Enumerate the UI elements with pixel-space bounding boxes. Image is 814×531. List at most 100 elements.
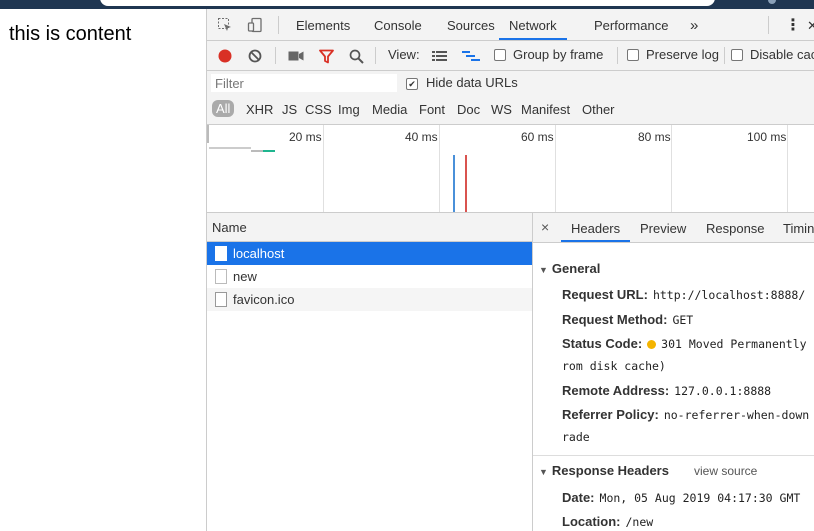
devtools-close-icon[interactable]: ✕ [807, 9, 814, 40]
waterfall-overview-icon[interactable] [462, 48, 480, 64]
hide-data-urls-label: Hide data URLs [426, 75, 518, 90]
timeline-gridline [323, 125, 324, 212]
timeline-start-marker [207, 125, 209, 143]
request-row-localhost[interactable]: localhost [207, 242, 532, 265]
toolbar-separator [275, 47, 276, 64]
type-filter-manifest[interactable]: Manifest [521, 102, 570, 117]
type-filter-all[interactable]: All [212, 100, 235, 117]
timeline-tick-label: 20 ms [289, 130, 322, 144]
timeline-tick-label: 40 ms [405, 130, 438, 144]
devtools-tab-strip: Elements Console Sources Network Perform… [207, 9, 814, 41]
disable-cache-checkbox[interactable] [731, 49, 743, 61]
request-name: new [233, 269, 257, 284]
tab-response[interactable]: Response [706, 213, 765, 242]
location-header-row: Location:/new [562, 514, 654, 529]
group-by-frame-label: Group by frame [513, 47, 604, 62]
section-divider [533, 455, 814, 456]
disable-cache-label: Disable cache [750, 47, 814, 62]
request-row-favicon[interactable]: favicon.ico [207, 288, 532, 311]
device-toolbar-icon[interactable] [245, 15, 265, 35]
request-bar-queue [251, 150, 263, 152]
browser-indicator [768, 0, 776, 4]
type-filter-font[interactable]: Font [419, 102, 445, 117]
request-bar-download [263, 150, 275, 152]
status-warning-dot-icon [647, 340, 657, 350]
view-source-link[interactable]: view source [694, 464, 757, 478]
headers-detail-panel: ▼ General Request URL: http://localhost:88… [533, 243, 814, 531]
request-list: localhost new favicon.ico [207, 242, 532, 311]
toolbar-separator [617, 47, 618, 64]
network-toolbar: View: Group by frame Preserve log Disabl… [207, 41, 814, 71]
timeline-tick-label: 80 ms [638, 130, 671, 144]
tab-network[interactable]: Network [499, 9, 567, 40]
tab-elements[interactable]: Elements [296, 9, 350, 40]
type-filter-xhr[interactable]: XHR [246, 102, 273, 117]
screenshot-camera-icon[interactable] [287, 48, 305, 64]
filter-icon[interactable] [318, 48, 334, 64]
preserve-log-label: Preserve log [646, 47, 719, 62]
toolbar-separator [724, 47, 725, 64]
document-icon [215, 246, 227, 261]
clear-icon[interactable] [247, 48, 263, 64]
record-icon[interactable] [217, 48, 233, 64]
page-content: this is content [0, 9, 206, 531]
preserve-log-checkbox[interactable] [627, 49, 639, 61]
filter-input[interactable] [211, 74, 397, 92]
status-code-wrap: rom disk cache) [562, 359, 666, 373]
type-filter-js[interactable]: JS [282, 102, 297, 117]
group-by-frame-checkbox[interactable] [494, 49, 506, 61]
type-filter-css[interactable]: CSS [305, 102, 332, 117]
remote-address-row: Remote Address: 127.0.0.1:8888 [562, 383, 772, 398]
response-headers-section-toggle[interactable]: ▼ Response Headers [539, 463, 669, 478]
response-headers-title: Response Headers [551, 463, 669, 478]
name-column-header[interactable]: Name [212, 220, 247, 235]
close-detail-icon[interactable]: × [541, 219, 549, 235]
timeline-tick-label: 60 ms [521, 130, 554, 144]
tab-strip-separator [278, 16, 279, 34]
more-tabs-icon[interactable]: » [690, 9, 698, 40]
type-filter-other[interactable]: Other [582, 102, 615, 117]
timeline-overview[interactable]: 20 ms 40 ms 60 ms 80 ms 100 ms [207, 125, 814, 213]
request-row-new[interactable]: new [207, 265, 532, 288]
browser-top-bar [0, 0, 814, 9]
request-name: localhost [233, 246, 285, 261]
devtools-panel: Elements Console Sources Network Perform… [206, 9, 814, 531]
request-list-header[interactable]: Name [207, 213, 532, 242]
triangle-down-icon: ▼ [539, 467, 548, 477]
filter-bar: ✔ Hide data URLs [207, 71, 814, 96]
tab-timing[interactable]: Timing [783, 213, 814, 242]
tab-headers[interactable]: Headers [561, 213, 631, 242]
devtools-menu-icon[interactable]: ⋮ [785, 9, 801, 40]
timeline-gridline [555, 125, 556, 212]
type-filter-img[interactable]: Img [338, 102, 360, 117]
triangle-down-icon: ▼ [539, 265, 548, 275]
type-filter-media[interactable]: Media [372, 102, 407, 117]
tab-sources[interactable]: Sources [447, 9, 495, 40]
dom-content-loaded-line [453, 155, 455, 212]
request-bar-waiting [209, 147, 251, 149]
inspect-element-icon[interactable] [215, 15, 235, 35]
type-filter-doc[interactable]: Doc [457, 102, 480, 117]
large-rows-icon[interactable] [431, 48, 447, 64]
search-icon[interactable] [348, 48, 364, 64]
document-icon [215, 292, 227, 307]
document-icon [215, 269, 227, 284]
tab-console[interactable]: Console [374, 9, 422, 40]
request-url-row: Request URL: http://localhost:8888/ [562, 287, 806, 302]
load-event-line [465, 155, 467, 212]
date-header-row: Date: Mon, 05 Aug 2019 04:17:30 GMT [562, 490, 801, 505]
hide-data-urls-checkbox[interactable]: ✔ [406, 78, 418, 90]
request-detail-tabs: × Headers Preview Response Timing [533, 213, 814, 243]
tab-strip-separator [768, 16, 769, 34]
general-section-toggle[interactable]: ▼ General [539, 261, 600, 276]
timeline-gridline [671, 125, 672, 212]
request-method-row: Request Method: GET [562, 312, 694, 327]
resource-type-filter: All XHR JS CSS Img Media Font Doc WS Man… [207, 96, 814, 125]
timeline-gridline [787, 125, 788, 212]
tab-preview[interactable]: Preview [640, 213, 686, 242]
type-filter-ws[interactable]: WS [491, 102, 512, 117]
address-bar[interactable] [100, 0, 715, 6]
referrer-policy-wrap: rade [562, 430, 590, 444]
general-section-title: General [551, 261, 601, 276]
tab-performance[interactable]: Performance [594, 9, 668, 40]
